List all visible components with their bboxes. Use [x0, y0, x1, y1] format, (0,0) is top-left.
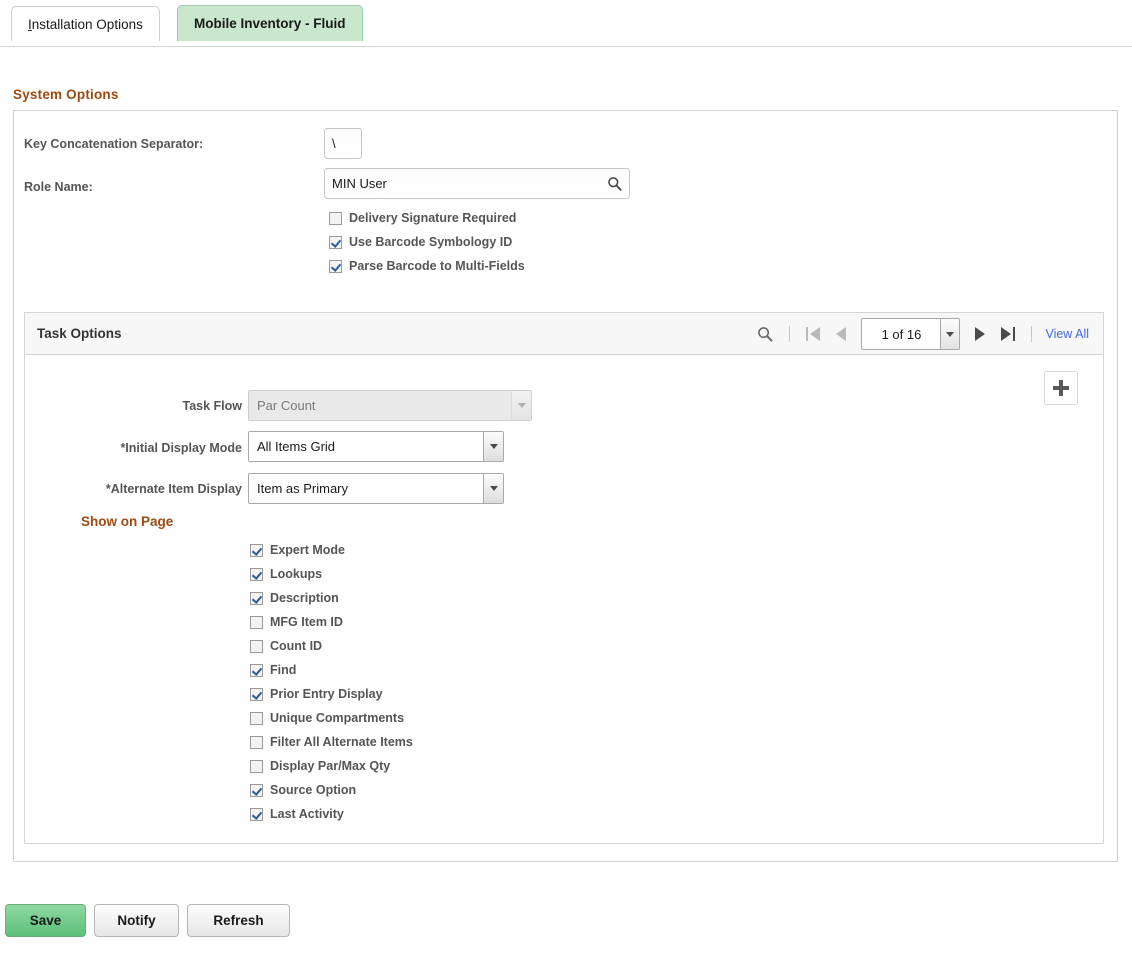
- checkbox-label: Count ID: [270, 639, 322, 653]
- checkbox-source-option[interactable]: Source Option: [250, 783, 356, 797]
- checkbox-use-barcode-symbology-id[interactable]: Use Barcode Symbology ID: [329, 235, 512, 249]
- checkbox-box[interactable]: [250, 808, 263, 821]
- checkbox-label: MFG Item ID: [270, 615, 343, 629]
- checkbox-label: Use Barcode Symbology ID: [349, 235, 512, 249]
- checkbox-label: Filter All Alternate Items: [270, 735, 413, 749]
- checkbox-box[interactable]: [329, 260, 342, 273]
- checkbox-label: Display Par/Max Qty: [270, 759, 390, 773]
- checkbox-label: Unique Compartments: [270, 711, 404, 725]
- checkbox-box[interactable]: [250, 784, 263, 797]
- last-page-icon[interactable]: [994, 319, 1022, 349]
- chevron-down-icon[interactable]: [483, 474, 503, 503]
- page-indicator-label: 1 of 16: [862, 319, 940, 349]
- checkbox-box[interactable]: [329, 236, 342, 249]
- chevron-down-icon[interactable]: [940, 319, 959, 349]
- task-flow-value: Par Count: [249, 391, 511, 420]
- checkbox-box[interactable]: [250, 640, 263, 653]
- task-options-header: Task Options 1 of 16: [25, 313, 1103, 355]
- checkbox-parse-barcode-to-multi-fields[interactable]: Parse Barcode to Multi-Fields: [329, 259, 525, 273]
- page-indicator-dropdown[interactable]: 1 of 16: [861, 318, 960, 350]
- previous-page-icon[interactable]: [827, 319, 855, 349]
- nav-divider: [789, 326, 790, 342]
- checkbox-delivery-signature-required[interactable]: Delivery Signature Required: [329, 211, 516, 225]
- checkbox-label: Source Option: [270, 783, 356, 797]
- tab-strip: Installation Options Mobile Inventory - …: [0, 0, 1132, 47]
- checkbox-label: Find: [270, 663, 296, 677]
- page-title: System Options: [13, 87, 119, 102]
- checkbox-mfg-item-id[interactable]: MFG Item ID: [250, 615, 343, 629]
- tab-installation-options-label: Installation Options: [28, 17, 143, 32]
- checkbox-last-activity[interactable]: Last Activity: [250, 807, 344, 821]
- checkbox-prior-entry-display[interactable]: Prior Entry Display: [250, 687, 383, 701]
- plus-icon: [1059, 380, 1063, 396]
- task-flow-select: Par Count: [248, 390, 532, 421]
- tab-label-rest: nstallation Options: [32, 17, 143, 32]
- initial-display-mode-value: All Items Grid: [249, 432, 483, 461]
- notify-button[interactable]: Notify: [94, 904, 179, 937]
- checkbox-box[interactable]: [250, 664, 263, 677]
- checkbox-label: Last Activity: [270, 807, 344, 821]
- checkbox-label: Description: [270, 591, 339, 605]
- initial-display-mode-select[interactable]: All Items Grid: [248, 431, 504, 462]
- checkbox-label: Delivery Signature Required: [349, 211, 516, 225]
- checkbox-box[interactable]: [329, 212, 342, 225]
- task-options-panel: Task Options 1 of 16: [24, 312, 1104, 844]
- role-name-input[interactable]: [325, 169, 599, 198]
- checkbox-filter-all-alternate-items[interactable]: Filter All Alternate Items: [250, 735, 413, 749]
- search-icon[interactable]: [750, 319, 780, 349]
- checkbox-expert-mode[interactable]: Expert Mode: [250, 543, 345, 557]
- refresh-button[interactable]: Refresh: [187, 904, 290, 937]
- checkbox-box[interactable]: [250, 616, 263, 629]
- checkbox-box[interactable]: [250, 592, 263, 605]
- alternate-item-display-select[interactable]: Item as Primary: [248, 473, 504, 504]
- checkbox-count-id[interactable]: Count ID: [250, 639, 322, 653]
- checkbox-lookups[interactable]: Lookups: [250, 567, 322, 581]
- view-all-link[interactable]: View All: [1045, 327, 1089, 341]
- save-button[interactable]: Save: [5, 904, 86, 937]
- checkbox-label: Lookups: [270, 567, 322, 581]
- checkbox-label: Parse Barcode to Multi-Fields: [349, 259, 525, 273]
- chevron-down-icon: [511, 391, 531, 420]
- nav-divider: [1031, 326, 1032, 342]
- search-icon[interactable]: [599, 169, 629, 198]
- task-options-title: Task Options: [37, 326, 122, 341]
- checkbox-display-par-max-qty[interactable]: Display Par/Max Qty: [250, 759, 390, 773]
- alternate-item-display-value: Item as Primary: [249, 474, 483, 503]
- checkbox-box[interactable]: [250, 544, 263, 557]
- key-separator-input[interactable]: [324, 128, 362, 159]
- add-row-button[interactable]: [1044, 371, 1078, 405]
- checkbox-box[interactable]: [250, 760, 263, 773]
- role-name-label: Role Name:: [24, 180, 93, 194]
- checkbox-box[interactable]: [250, 568, 263, 581]
- task-flow-label: Task Flow: [80, 399, 242, 413]
- checkbox-find[interactable]: Find: [250, 663, 296, 677]
- tab-mobile-inventory-fluid-label: Mobile Inventory - Fluid: [194, 16, 346, 31]
- show-on-page-title: Show on Page: [81, 514, 173, 529]
- tab-installation-options[interactable]: Installation Options: [11, 6, 160, 41]
- role-name-field: [324, 168, 630, 199]
- checkbox-label: Expert Mode: [270, 543, 345, 557]
- chevron-down-icon[interactable]: [483, 432, 503, 461]
- alternate-item-display-label: *Alternate Item Display: [40, 482, 242, 496]
- first-page-icon[interactable]: [799, 319, 827, 349]
- task-options-navigation: 1 of 16 View All: [750, 313, 1093, 355]
- checkbox-box[interactable]: [250, 736, 263, 749]
- checkbox-description[interactable]: Description: [250, 591, 339, 605]
- checkbox-box[interactable]: [250, 688, 263, 701]
- initial-display-mode-label: *Initial Display Mode: [60, 441, 242, 455]
- next-page-icon[interactable]: [966, 319, 994, 349]
- checkbox-box[interactable]: [250, 712, 263, 725]
- checkbox-label: Prior Entry Display: [270, 687, 383, 701]
- key-separator-label: Key Concatenation Separator:: [24, 137, 203, 151]
- checkbox-unique-compartments[interactable]: Unique Compartments: [250, 711, 404, 725]
- tab-mobile-inventory-fluid[interactable]: Mobile Inventory - Fluid: [177, 5, 363, 41]
